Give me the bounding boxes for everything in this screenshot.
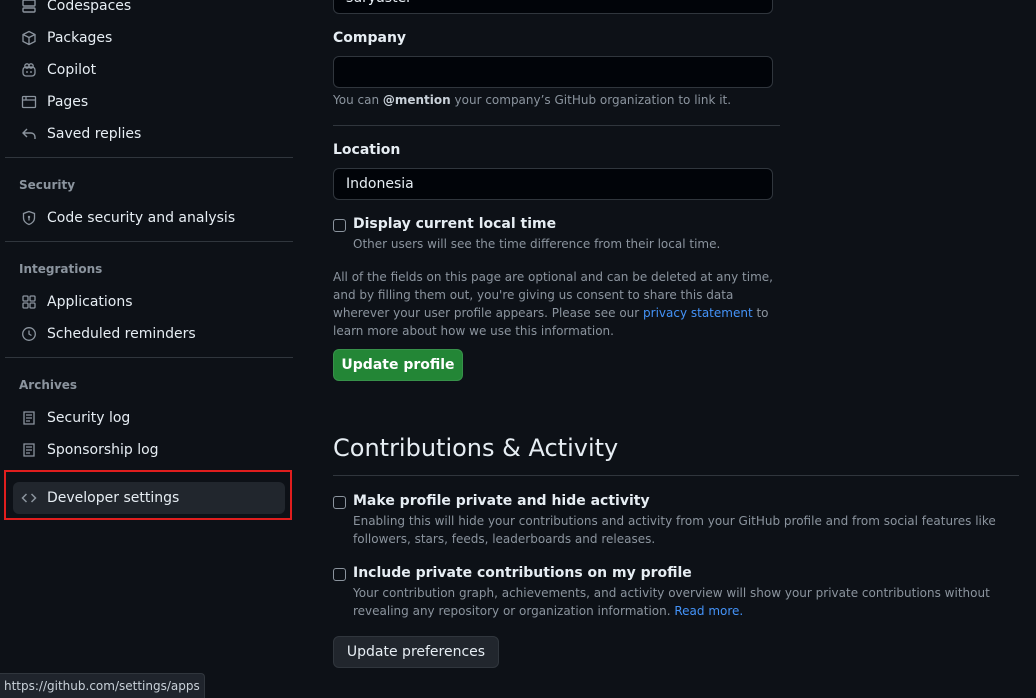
reply-icon [21, 126, 37, 142]
update-preferences-button[interactable]: Update preferences [333, 636, 499, 668]
sidebar-item-label: Code security and analysis [47, 210, 236, 226]
heading-divider [333, 475, 1019, 476]
sidebar-item-security-log[interactable]: Security log [13, 402, 285, 434]
sidebar-item-code-security[interactable]: Code security and analysis [13, 202, 285, 234]
section-heading-integrations: Integrations [19, 262, 103, 276]
copilot-icon [21, 62, 37, 78]
sidebar-divider [5, 157, 293, 158]
sidebar-item-applications[interactable]: Applications [13, 286, 285, 318]
local-time-checkbox[interactable] [333, 219, 346, 232]
sidebar-divider [5, 357, 293, 358]
sidebar-item-label: Pages [47, 94, 89, 110]
include-private-text: Your contribution graph, achievements, a… [353, 586, 990, 618]
clock-icon [21, 326, 37, 342]
sidebar-item-label: Packages [47, 30, 113, 46]
apps-icon [21, 294, 37, 310]
section-heading-security: Security [19, 178, 76, 192]
package-icon [21, 30, 37, 46]
sidebar-item-label: Sponsorship log [47, 442, 159, 458]
previous-field-input[interactable] [333, 0, 773, 14]
sidebar-item-packages[interactable]: Packages [13, 22, 285, 54]
sidebar-item-copilot[interactable]: Copilot [13, 54, 285, 86]
sidebar-item-scheduled-reminders[interactable]: Scheduled reminders [13, 318, 285, 350]
sidebar-item-label: Applications [47, 294, 133, 310]
private-profile-description: Enabling this will hide your contributio… [353, 514, 996, 546]
log-icon [21, 442, 37, 458]
company-label: Company [333, 30, 407, 46]
section-heading-archives: Archives [19, 378, 78, 392]
sidebar-item-codespaces[interactable]: Codespaces [13, 0, 285, 22]
include-private-description: Your contribution graph, achievements, a… [353, 584, 1023, 620]
codespaces-icon [21, 0, 37, 14]
company-note-prefix: You can [333, 93, 383, 107]
sidebar-item-label: Saved replies [47, 126, 142, 142]
privacy-statement-link[interactable]: privacy statement [643, 306, 753, 320]
include-private-label: Include private contributions on my prof… [353, 565, 692, 581]
sidebar-item-label: Scheduled reminders [47, 326, 196, 342]
contributions-heading: Contributions & Activity [333, 434, 619, 462]
local-time-label: Display current local time [353, 216, 557, 232]
highlight-box [4, 470, 292, 520]
location-label: Location [333, 142, 401, 158]
local-time-description: Other users will see the time difference… [353, 237, 721, 251]
company-note-suffix: your company’s GitHub organization to li… [450, 93, 732, 107]
update-profile-button[interactable]: Update profile [333, 349, 463, 381]
mention-text: @mention [382, 93, 451, 107]
read-more-link[interactable]: Read more. [674, 604, 743, 618]
location-input[interactable] [333, 168, 773, 200]
sidebar-item-label: Copilot [47, 62, 97, 78]
log-icon [21, 410, 37, 426]
sidebar-item-label: Security log [47, 410, 131, 426]
settings-sidebar: Codespaces Packages Copilot Pages Saved … [5, 0, 293, 697]
private-profile-checkbox[interactable] [333, 496, 346, 509]
privacy-disclaimer: All of the fields on this page are optio… [333, 268, 783, 340]
shield-icon [21, 210, 37, 226]
include-private-checkbox[interactable] [333, 568, 346, 581]
private-profile-label: Make profile private and hide activity [353, 493, 650, 509]
company-input[interactable] [333, 56, 773, 88]
section-divider [333, 125, 780, 126]
sidebar-item-pages[interactable]: Pages [13, 86, 285, 118]
browser-icon [21, 94, 37, 110]
sidebar-item-saved-replies[interactable]: Saved replies [13, 118, 285, 150]
sidebar-divider [5, 241, 293, 242]
sidebar-item-sponsorship-log[interactable]: Sponsorship log [13, 434, 285, 466]
company-note: You can @mention your company’s GitHub o… [333, 93, 731, 107]
sidebar-item-label: Codespaces [47, 0, 132, 14]
status-bar-url: https://github.com/settings/apps [0, 673, 205, 698]
